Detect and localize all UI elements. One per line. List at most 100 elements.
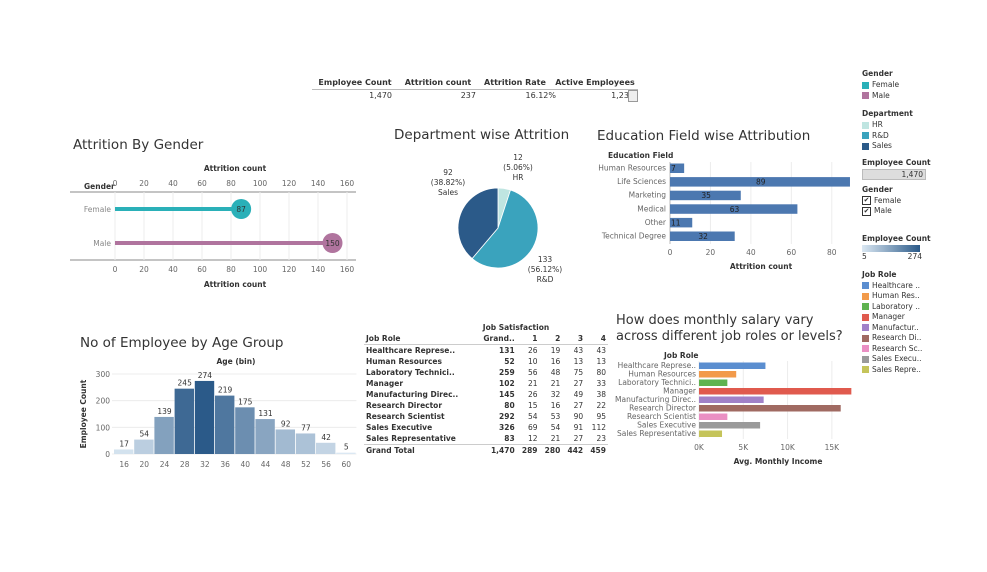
histogram-bar (215, 395, 235, 454)
tick-label: 100 (96, 423, 111, 432)
tick-label: 60 (342, 460, 352, 469)
row-label: Research Scientist (366, 412, 445, 421)
filter-label: Female (874, 195, 902, 205)
tick-label: 160 (340, 265, 355, 274)
data-label: 5 (344, 443, 349, 452)
tick-label: 40 (746, 248, 756, 257)
legend-label: Laboratory .. (872, 301, 921, 311)
category-label: Life Sciences (617, 177, 666, 186)
legend-swatch (862, 324, 869, 331)
tick-label: 10K (780, 443, 796, 452)
table-cell: 16 (550, 401, 561, 410)
tick-label: 15K (825, 443, 841, 452)
kpi-value: 1,233 (611, 91, 634, 100)
table-cell: 43 (573, 346, 584, 355)
bar (699, 362, 766, 369)
category-label: Marketing (629, 191, 667, 200)
employee-count-slider[interactable]: 1,470 (862, 168, 926, 180)
pie-percent-label: (38.82%) (431, 178, 466, 187)
table-cell: 54 (527, 412, 538, 421)
legend-swatch (862, 282, 869, 289)
table-cell: 326 (499, 423, 515, 432)
kpi-value: 16.12% (525, 91, 556, 100)
tick-label: 100 (253, 265, 268, 274)
table-cell: 54 (550, 423, 561, 432)
tick-label: 140 (311, 179, 326, 188)
gradient-min: 5 (862, 251, 867, 261)
table-cell: 22 (596, 401, 606, 410)
gender-chart-title: Attrition By Gender (73, 137, 204, 153)
legend-label: Research Di.. (872, 333, 922, 342)
table-cell: 145 (499, 390, 515, 399)
tick-label: 20 (139, 179, 149, 188)
tick-label: 16 (119, 460, 129, 469)
table-cell: 52 (504, 357, 515, 366)
gender-filter-female[interactable]: ✔ Female (862, 196, 957, 207)
job-role-legend-item[interactable]: Human Res.. (862, 291, 957, 302)
table-cell: 48 (550, 368, 561, 377)
job-role-legend-item[interactable]: Manager (862, 312, 957, 323)
department-legend-item[interactable]: R&D (862, 131, 957, 142)
job-role-legend-item[interactable]: Sales Execu.. (862, 354, 957, 365)
legend-swatch (862, 303, 869, 310)
x-axis-title: Attrition count (730, 262, 793, 271)
job-role-legend-item[interactable]: Sales Repre.. (862, 365, 957, 376)
bar (699, 371, 737, 378)
tick-label: 40 (241, 460, 251, 469)
legend-label: HR (872, 120, 883, 129)
legend-swatch (862, 345, 869, 352)
checkbox-icon[interactable]: ✔ (862, 206, 871, 216)
gender-attrition-chart: Attrition countAttrition countGender0020… (70, 164, 356, 289)
gender-legend-item[interactable]: Female (862, 80, 957, 91)
job-role-legend-item[interactable]: Laboratory .. (862, 302, 957, 313)
pie-value-label: 133 (538, 255, 553, 264)
job-role-legend-item[interactable]: Research Sc.. (862, 344, 957, 355)
tick-label: 300 (96, 370, 111, 379)
table-cell: 12 (527, 434, 538, 443)
tick-label: 80 (226, 179, 236, 188)
table-cell: 21 (550, 434, 561, 443)
table-cell: 1,470 (490, 446, 515, 455)
education-attrition-chart: Education Field 0 20 40 60 80 Human Resources 7… (598, 151, 850, 271)
kpi-scroll-box[interactable] (628, 90, 638, 102)
row-label: Manufacturing Direc.. (366, 390, 459, 399)
category-label: Female (84, 205, 112, 214)
department-legend-item[interactable]: HR (862, 120, 957, 131)
column-header: 4 (600, 334, 606, 343)
table-row: Sales Executive 326 69 54 91 112 (364, 422, 608, 433)
department-legend-item[interactable]: Sales (862, 141, 957, 152)
checkbox-icon[interactable]: ✔ (862, 196, 871, 205)
table-row: Research Director 80 15 16 27 22 (364, 400, 608, 411)
table-cell: 459 (590, 446, 606, 455)
category-label: Other (645, 218, 667, 227)
legend-swatch (862, 81, 869, 89)
department-pie-chart: 12(5.06%)HR 133(56.12%)R&D 92(38.82%)Sales (431, 153, 563, 284)
bar (699, 413, 728, 420)
row-label: Healthcare Represe.. (366, 346, 456, 355)
row-label: Sales Representative (366, 434, 456, 443)
tick-label: 28 (180, 460, 190, 469)
column-header: Grand.. (483, 334, 515, 343)
gender-legend-item[interactable]: Male (862, 91, 957, 102)
tick-label: 0 (113, 179, 118, 188)
gender-filter-male[interactable]: ✔ Male (862, 206, 957, 217)
legend-swatch (862, 313, 869, 321)
table-row: Research Scientist 292 54 53 90 95 (364, 411, 608, 422)
kpi-header: Attrition count (404, 78, 472, 87)
tick-label: 0 (668, 248, 673, 257)
table-cell: 442 (567, 446, 584, 455)
table-cell: 43 (596, 346, 606, 355)
table-cell: 75 (573, 368, 584, 377)
gradient-max: 274 (907, 251, 922, 261)
job-role-legend-item[interactable]: Research Di.. (862, 333, 957, 344)
job-role-legend-item[interactable]: Healthcare .. (862, 281, 957, 292)
table-cell: 23 (596, 434, 606, 443)
table-cell: 80 (504, 401, 515, 410)
tick-label: 32 (200, 460, 210, 469)
table-row: Laboratory Technici.. 259 56 48 75 80 (364, 367, 608, 378)
data-label: 274 (198, 371, 213, 380)
data-label: 35 (701, 191, 711, 200)
tick-label: 120 (282, 265, 297, 274)
job-role-legend-item[interactable]: Manufactur.. (862, 323, 957, 334)
table-cell: 13 (573, 357, 584, 366)
